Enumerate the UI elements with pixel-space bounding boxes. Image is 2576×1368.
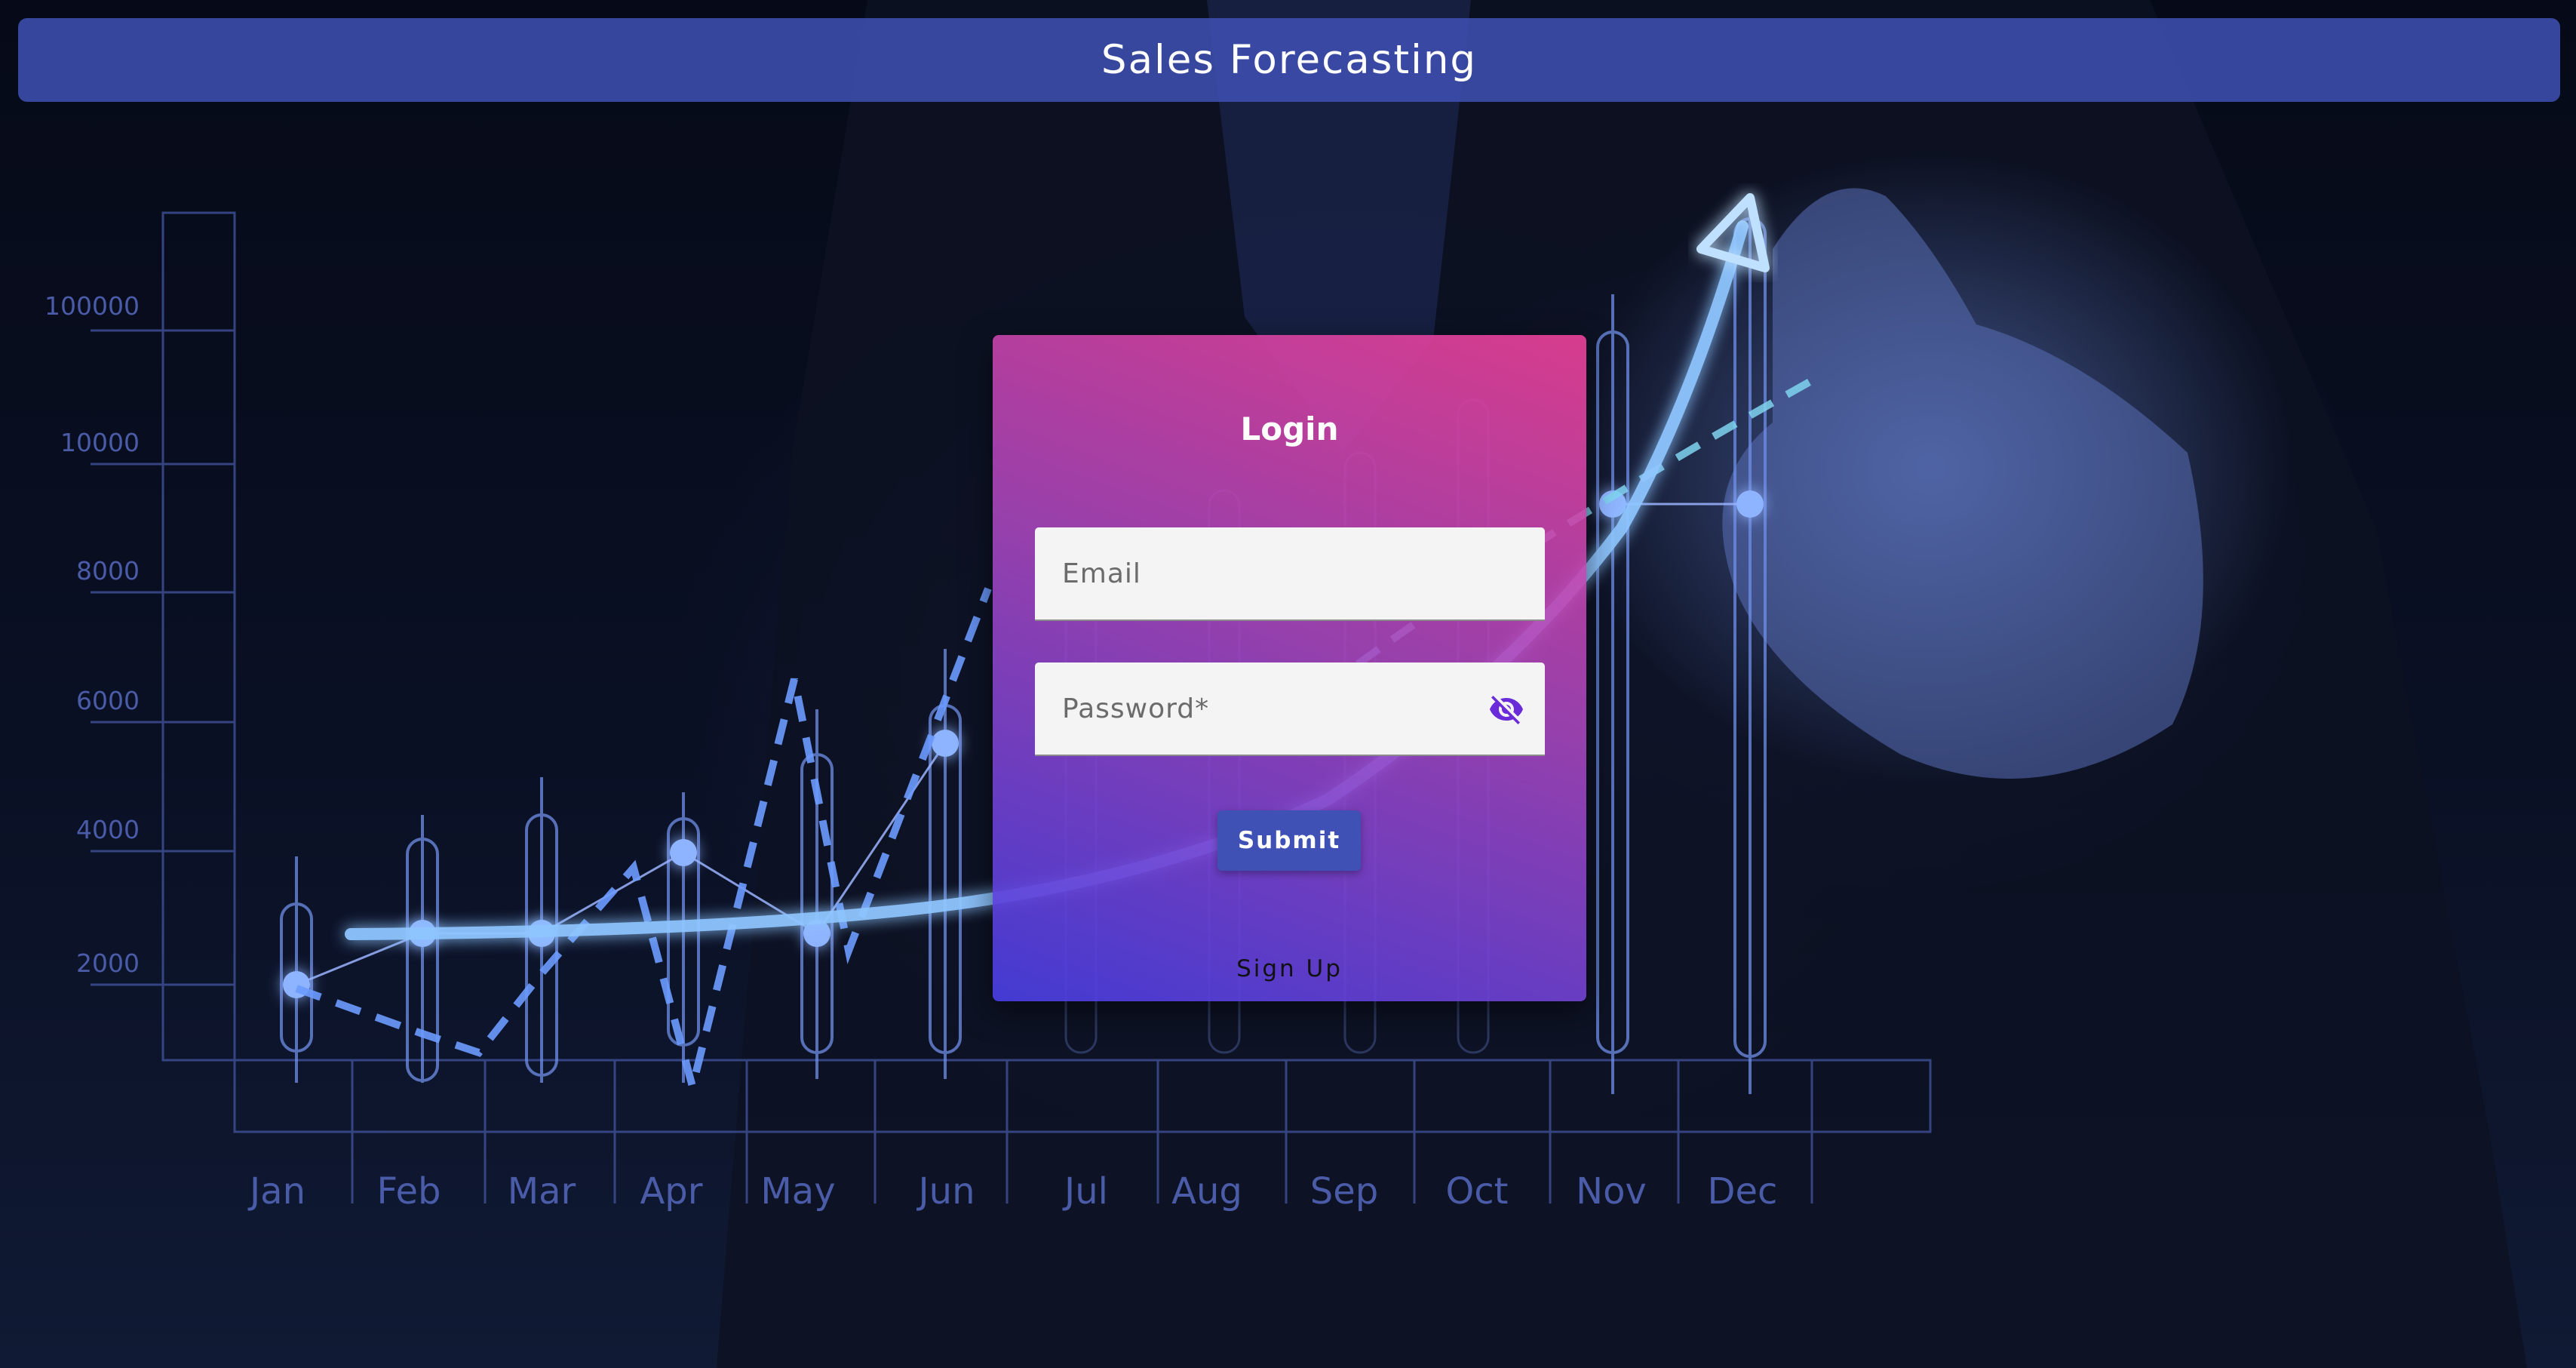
y-tick-label: 2000 (76, 948, 140, 978)
x-month-label: Apr (640, 1170, 702, 1213)
x-month-label: Dec (1708, 1170, 1778, 1213)
password-field[interactable] (1035, 662, 1545, 756)
submit-button[interactable]: Submit (1217, 810, 1361, 871)
login-card: Login Submit Sign Up (993, 335, 1586, 1001)
email-field[interactable] (1035, 527, 1545, 621)
eye-off-icon[interactable] (1486, 691, 1527, 727)
x-month-label: Jun (916, 1170, 975, 1213)
app-title: Sales Forecasting (1101, 37, 1478, 83)
y-tick-label: 10000 (60, 428, 140, 457)
y-tick-label: 6000 (76, 686, 140, 715)
x-month-label: Sep (1310, 1170, 1378, 1213)
x-month-label: Mar (508, 1170, 576, 1213)
y-tick-label: 100000 (45, 291, 140, 321)
sign-up-link[interactable]: Sign Up (993, 955, 1586, 982)
x-month-label: Jan (247, 1170, 305, 1213)
x-month-label: Nov (1576, 1170, 1647, 1213)
password-input[interactable] (1035, 662, 1545, 755)
x-month-label: Aug (1171, 1170, 1242, 1213)
y-tick-label: 8000 (76, 556, 140, 586)
login-title: Login (1240, 410, 1339, 447)
email-input[interactable] (1035, 527, 1545, 619)
x-month-label: Feb (377, 1170, 441, 1213)
page-background: 100000 10000 8000 6000 4000 2000 Jan Feb… (0, 0, 2576, 1368)
x-month-label: May (760, 1170, 835, 1213)
y-tick-label: 4000 (76, 815, 140, 844)
x-month-label: Oct (1446, 1170, 1509, 1213)
app-header: Sales Forecasting (18, 18, 2560, 102)
x-month-label: Jul (1062, 1170, 1108, 1213)
